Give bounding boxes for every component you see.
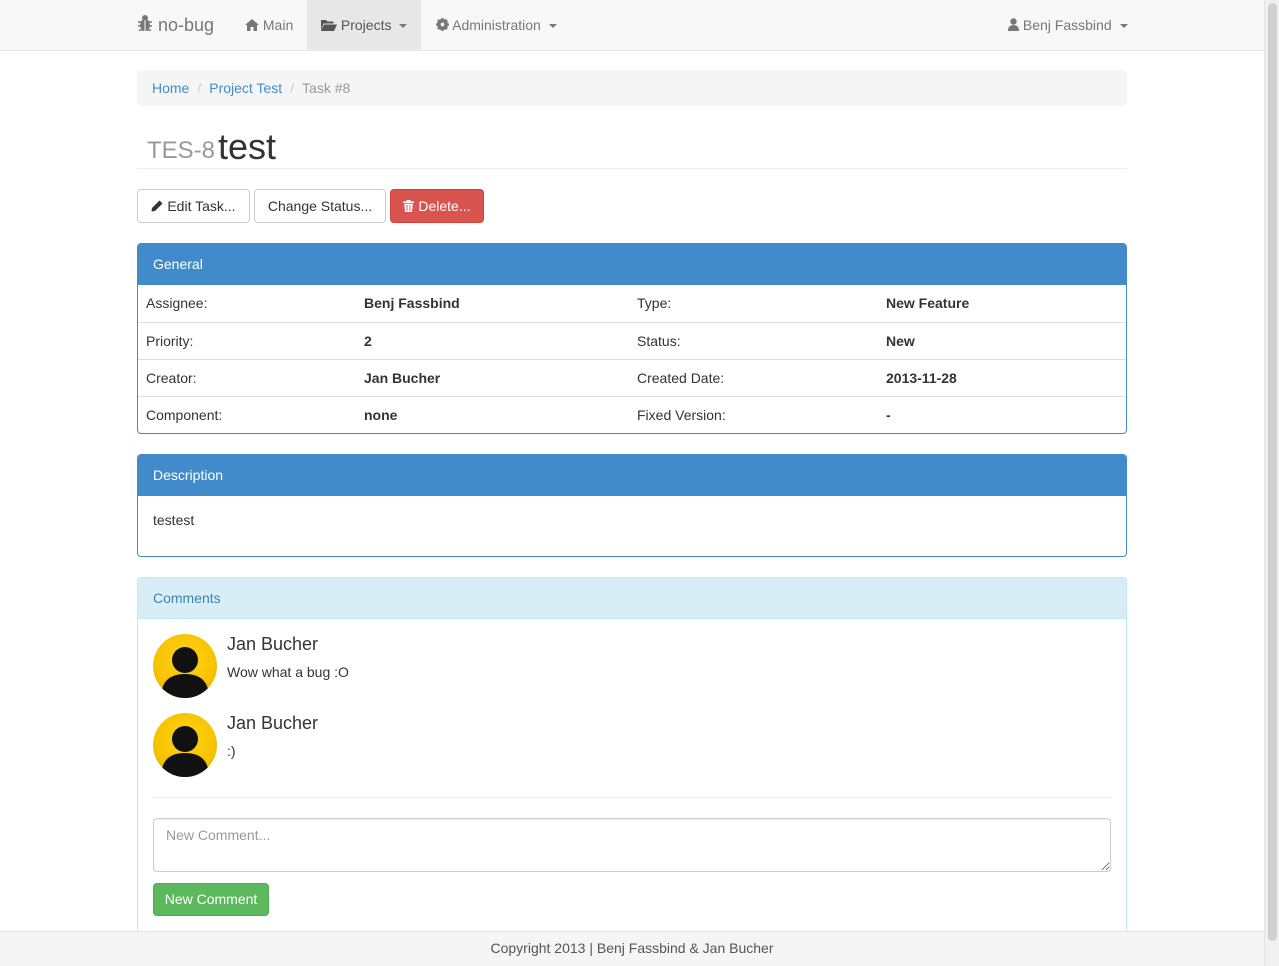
field-label: Created Date:: [629, 358, 878, 396]
comment-item: Jan Bucher Wow what a bug :O: [153, 634, 1111, 698]
pencil-icon: [151, 191, 163, 223]
nav-user-dropdown[interactable]: Benj Fassbind: [1008, 0, 1128, 50]
nav-projects-label: Projects: [340, 17, 392, 33]
divider: [153, 797, 1111, 798]
field-label: Priority:: [138, 321, 356, 359]
nav-main[interactable]: Main: [245, 0, 293, 50]
footer: Copyright 2013 | Benj Fassbind & Jan Buc…: [0, 931, 1264, 966]
brand-label: no-bug: [158, 15, 215, 35]
avatar: [153, 713, 217, 777]
field-value: Benj Fassbind: [364, 295, 460, 312]
general-table: Assignee: Benj Fassbind Type: New Feature Pr…: [138, 285, 1126, 433]
description-panel: Description testest: [137, 454, 1127, 557]
edit-task-label: Edit Task...: [167, 198, 236, 214]
task-title: test: [218, 126, 277, 167]
field-value: 2: [356, 321, 629, 359]
general-row: Creator: Jan Bucher Created Date: 2013-11-2…: [138, 358, 1126, 396]
comment-text: :): [227, 743, 236, 759]
footer-text: Copyright 2013 | Benj Fassbind & Jan Buc…: [490, 940, 774, 956]
change-status-button[interactable]: Change Status...: [254, 189, 386, 223]
nav-user-label: Benj Fassbind: [1022, 17, 1112, 33]
chevron-down-icon: [548, 24, 557, 29]
breadcrumb-project[interactable]: Project Test: [209, 80, 282, 96]
breadcrumb-home[interactable]: Home: [152, 80, 189, 96]
navbar: no-bug Main Projects Administration Benj…: [0, 0, 1264, 51]
comment-item: Jan Bucher :): [153, 713, 1111, 777]
new-comment-input[interactable]: [153, 818, 1111, 872]
field-label: Creator:: [138, 358, 356, 396]
bug-icon: [137, 1, 153, 51]
breadcrumb-separator: /: [197, 80, 202, 96]
breadcrumb-current: Task #8: [302, 80, 351, 96]
scrollbar-thumb[interactable]: [1268, 3, 1277, 941]
field-label: Status:: [629, 321, 878, 359]
change-status-label: Change Status...: [267, 198, 373, 214]
breadcrumb: Home / Project Test / Task #8: [137, 70, 1127, 106]
description-text: testest: [153, 512, 195, 528]
user-silhouette-icon: [161, 726, 209, 777]
field-value: New Feature: [886, 295, 970, 312]
general-row: Component: none Fixed Version: -: [138, 395, 1126, 433]
comment-text: Wow what a bug :O: [227, 664, 349, 680]
description-panel-heading: Description: [138, 455, 1126, 496]
general-row: Priority: 2 Status: New: [138, 321, 1126, 359]
nav-projects-dropdown[interactable]: Projects: [307, 0, 421, 50]
field-value: Jan Bucher: [356, 358, 629, 396]
page-title: TES-8 test: [137, 120, 1127, 169]
general-panel-heading: General: [138, 244, 1126, 285]
field-label: Component:: [138, 395, 356, 433]
breadcrumb-separator: /: [290, 80, 295, 96]
field-value: -: [878, 395, 1126, 433]
field-value: New: [878, 321, 1126, 359]
comment-author: Jan Bucher: [227, 713, 319, 733]
user-silhouette-icon: [161, 647, 209, 698]
field-value: 2013-11-28: [878, 358, 1126, 396]
comments-body: Jan Bucher Wow what a bug :O Jan Bucher …: [138, 578, 1126, 936]
comments-panel: Comments Jan Bucher Wow what a bug :O Ja…: [137, 577, 1127, 937]
page: no-bug Main Projects Administration Benj…: [0, 0, 1264, 966]
home-icon: [245, 1, 259, 51]
new-comment-button[interactable]: New Comment: [153, 883, 269, 916]
brand-link[interactable]: no-bug: [137, 0, 214, 50]
field-value: none: [356, 395, 629, 433]
chevron-down-icon: [1119, 24, 1128, 29]
nav-administration-dropdown[interactable]: Administration: [436, 0, 557, 50]
chevron-down-icon: [399, 24, 408, 29]
nav-administration-label: Administration: [452, 17, 541, 33]
avatar: [153, 634, 217, 698]
general-row: Assignee: Benj Fassbind Type: New Feature: [138, 285, 1126, 322]
folder-open-icon: [321, 1, 337, 51]
user-icon: [1008, 1, 1019, 51]
nav-main-label: Main: [262, 17, 294, 33]
task-key: TES-8: [147, 137, 216, 164]
field-label: Fixed Version:: [629, 395, 878, 433]
delete-button[interactable]: Delete...: [390, 189, 484, 223]
trash-icon: [403, 191, 415, 223]
comment-author: Jan Bucher: [227, 634, 319, 654]
field-label: Type:: [637, 295, 672, 312]
edit-task-button[interactable]: Edit Task...: [137, 189, 250, 223]
gear-icon: [436, 1, 449, 51]
field-label: Assignee:: [146, 295, 208, 312]
delete-label: Delete...: [418, 198, 471, 214]
scrollbar[interactable]: [1264, 0, 1279, 966]
general-panel: General Assignee: Benj Fassbind Type: New F…: [137, 243, 1127, 434]
